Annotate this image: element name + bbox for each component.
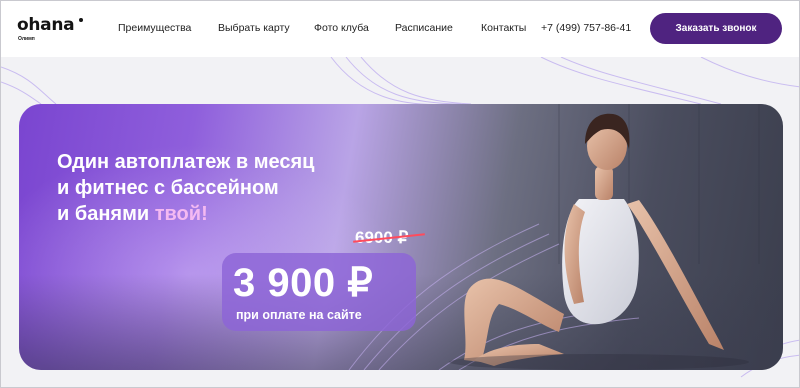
headline-line-2: и фитнес с бассейном [57, 177, 279, 199]
current-price: 3 900 ₽ [233, 261, 374, 305]
order-call-button[interactable]: Заказать звонок [650, 13, 782, 44]
logo-wordmark: ohana [17, 15, 75, 35]
logo-subtitle: Олимп [18, 36, 35, 42]
logo[interactable]: ohana Олимп [17, 15, 83, 42]
phone-link[interactable]: +7 (499) 757-86-41 [541, 22, 631, 34]
site-header: ohana Олимп Преимущества Выбрать карту Ф… [1, 1, 799, 57]
nav-item-choose-card[interactable]: Выбрать карту [218, 22, 290, 34]
price-note: при оплате на сайте [236, 308, 362, 322]
nav-item-club-photos[interactable]: Фото клуба [314, 22, 369, 34]
hero-headline: Один автоплатеж в месяц и фитнес с бассе… [57, 149, 314, 227]
headline-line-1: Один автоплатеж в месяц [57, 151, 315, 173]
logo-dot-icon [79, 18, 83, 22]
nav-item-schedule[interactable]: Расписание [395, 22, 453, 34]
headline-line-3: и банями твой! [57, 201, 314, 227]
nav-item-advantages[interactable]: Преимущества [118, 22, 191, 34]
headline-line-3-text: и банями [57, 203, 155, 225]
nav-item-contacts[interactable]: Контакты [481, 22, 526, 34]
headline-accent: твой! [154, 203, 208, 225]
page: ohana Олимп Преимущества Выбрать карту Ф… [0, 0, 800, 388]
